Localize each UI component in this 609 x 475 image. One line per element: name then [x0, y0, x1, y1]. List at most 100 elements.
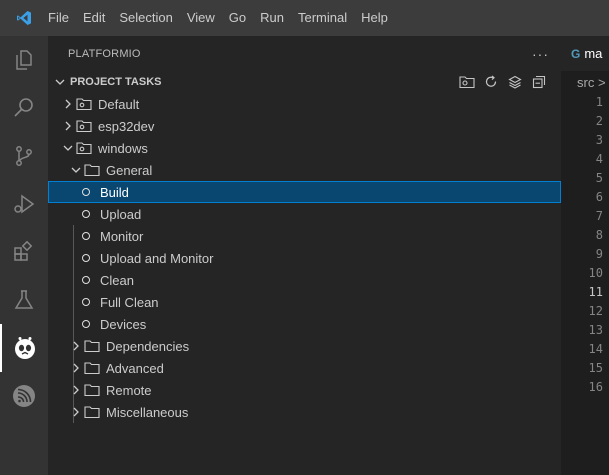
terminal-folder-icon: [76, 96, 92, 112]
task-upload-and-monitor[interactable]: Upload and Monitor: [48, 247, 561, 269]
tree-label: windows: [98, 140, 148, 156]
title-bar: File Edit Selection View Go Run Terminal…: [0, 0, 609, 36]
collapse-layers-icon[interactable]: [507, 73, 523, 91]
source-control-icon[interactable]: [0, 132, 48, 180]
task-circle-icon: [78, 316, 94, 332]
search-icon[interactable]: [0, 84, 48, 132]
line-numbers: 1 2 3 4 5 6 7 8 9 10 11 12 13 14 15 16: [561, 93, 603, 397]
menu-edit[interactable]: Edit: [76, 0, 112, 36]
task-devices[interactable]: Devices: [48, 313, 561, 335]
section-actions: [459, 73, 547, 91]
tree-folder-remote[interactable]: Remote: [48, 379, 561, 401]
chevron-down-icon: [50, 77, 70, 87]
line-number: 10: [588, 266, 603, 280]
chevron-right-icon: [60, 118, 76, 134]
sidebar-title: PLATFORMIO: [68, 47, 141, 60]
sidebar-header: PLATFORMIO ···: [48, 36, 561, 71]
task-label: Full Clean: [100, 294, 159, 310]
vscode-logo-icon: [0, 0, 48, 36]
activity-bar: [0, 36, 48, 475]
line-number: 2: [595, 114, 603, 128]
line-number: 14: [588, 342, 603, 356]
folder-icon: [84, 360, 100, 376]
task-label: Monitor: [100, 228, 144, 244]
chevron-right-icon: [60, 96, 76, 112]
menu-run[interactable]: Run: [253, 0, 291, 36]
task-label: Clean: [100, 272, 134, 288]
chevron-right-icon: [68, 360, 84, 376]
tree-label: Remote: [106, 382, 152, 398]
task-circle-icon: [78, 228, 94, 244]
task-label: Devices: [100, 316, 147, 332]
menu-go[interactable]: Go: [222, 0, 253, 36]
refresh-icon[interactable]: [483, 73, 499, 91]
tree-label: Miscellaneous: [106, 404, 189, 420]
line-number: 13: [588, 323, 603, 337]
menu-view[interactable]: View: [180, 0, 222, 36]
task-build[interactable]: Build: [48, 181, 561, 203]
new-terminal-icon[interactable]: [459, 73, 475, 91]
line-number: 4: [595, 152, 603, 166]
line-number: 9: [595, 247, 603, 261]
tree-label: Advanced: [106, 360, 164, 376]
folder-icon: [84, 404, 100, 420]
tree-env-windows[interactable]: windows: [48, 137, 561, 159]
tree-env-default[interactable]: Default: [48, 93, 561, 115]
run-debug-icon[interactable]: [0, 180, 48, 228]
task-label: Upload and Monitor: [100, 250, 214, 266]
task-upload[interactable]: Upload: [48, 203, 561, 225]
section-title: PROJECT TASKS: [70, 76, 162, 88]
tab-label: ma: [584, 46, 603, 61]
chevron-down-icon: [68, 162, 84, 178]
menu-bar: File Edit Selection View Go Run Terminal…: [48, 0, 395, 36]
tree-folder-dependencies[interactable]: Dependencies: [48, 335, 561, 357]
platformio-icon[interactable]: [0, 324, 48, 372]
task-circle-icon: [78, 206, 94, 222]
tree-folder-miscellaneous[interactable]: Miscellaneous: [48, 401, 561, 423]
chevron-right-icon: [68, 338, 84, 354]
explorer-icon[interactable]: [0, 36, 48, 84]
menu-help[interactable]: Help: [354, 0, 395, 36]
tree-folder-advanced[interactable]: Advanced: [48, 357, 561, 379]
line-number: 8: [595, 228, 603, 242]
task-label: Upload: [100, 206, 142, 222]
task-full-clean[interactable]: Full Clean: [48, 291, 561, 313]
more-actions-icon[interactable]: ···: [532, 46, 549, 62]
platformio-sidebar: PLATFORMIO ··· PROJECT TASKS Default esp…: [48, 36, 561, 475]
menu-file[interactable]: File: [48, 0, 76, 36]
line-number: 1: [595, 95, 603, 109]
folder-icon: [84, 338, 100, 354]
tree-label: General: [106, 162, 153, 178]
current-line-number: 11: [588, 285, 603, 299]
task-tree: Default esp32dev windows General Build U…: [48, 93, 561, 423]
task-clean[interactable]: Clean: [48, 269, 561, 291]
line-number: 3: [595, 133, 603, 147]
line-number: 15: [588, 361, 603, 375]
task-circle-icon: [78, 272, 94, 288]
line-number: 6: [595, 190, 603, 204]
task-circle-icon: [78, 184, 94, 200]
project-tasks-section-header[interactable]: PROJECT TASKS: [48, 71, 561, 93]
extensions-icon[interactable]: [0, 228, 48, 276]
tree-label: Dependencies: [106, 338, 190, 354]
chevron-down-icon: [60, 140, 76, 156]
tree-label: esp32dev: [98, 118, 155, 134]
chevron-right-icon: [68, 404, 84, 420]
terminal-folder-icon: [76, 140, 92, 156]
breadcrumb[interactable]: src >: [561, 71, 609, 93]
task-circle-icon: [78, 294, 94, 310]
espressif-icon[interactable]: [0, 372, 48, 420]
testing-icon[interactable]: [0, 276, 48, 324]
task-monitor[interactable]: Monitor: [48, 225, 561, 247]
tree-env-esp32dev[interactable]: esp32dev: [48, 115, 561, 137]
menu-terminal[interactable]: Terminal: [291, 0, 354, 36]
chevron-right-icon: [68, 382, 84, 398]
editor-area: G ma src > 1 2 3 4 5 6 7 8 9 10 11 12 13…: [561, 36, 609, 475]
menu-selection[interactable]: Selection: [112, 0, 179, 36]
editor-tab[interactable]: G ma: [561, 36, 609, 71]
collapse-all-icon[interactable]: [531, 73, 547, 91]
task-circle-icon: [78, 250, 94, 266]
tree-folder-general[interactable]: General: [48, 159, 561, 181]
terminal-folder-icon: [76, 118, 92, 134]
folder-icon: [84, 162, 100, 178]
